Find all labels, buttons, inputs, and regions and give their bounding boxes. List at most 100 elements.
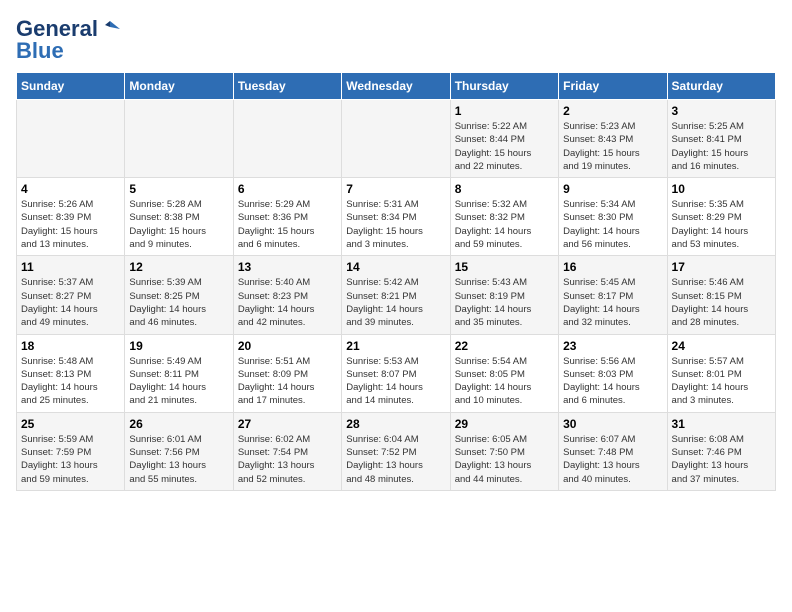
- logo-blue: Blue: [16, 38, 64, 64]
- calendar-cell: 6Sunrise: 5:29 AM Sunset: 8:36 PM Daylig…: [233, 178, 341, 256]
- cell-content: Sunrise: 5:40 AM Sunset: 8:23 PM Dayligh…: [238, 276, 337, 329]
- calendar-cell: 14 Sunrise: 5:42 AM Sunset: 8:21 PM Dayli…: [342, 256, 450, 334]
- cell-content: Sunrise: 6:05 AM Sunset: 7:50 PM Dayligh…: [455, 433, 554, 486]
- day-number: 19: [129, 339, 228, 353]
- cell-content: Sunrise: 6:04 AM Sunset: 7:52 PM Dayligh…: [346, 433, 445, 486]
- calendar-header-row: SundayMondayTuesdayWednesdayThursdayFrid…: [17, 73, 776, 100]
- cell-content: Sunrise: 6:02 AM Sunset: 7:54 PM Dayligh…: [238, 433, 337, 486]
- day-number: 3: [672, 104, 771, 118]
- calendar-cell: 27 Sunrise: 6:02 AM Sunset: 7:54 PM Dayli…: [233, 412, 341, 490]
- cell-content: Sunrise: 5:26 AM Sunset: 8:39 PM Dayligh…: [21, 198, 120, 251]
- calendar-cell: 21 Sunrise: 5:53 AM Sunset: 8:07 PM Dayli…: [342, 334, 450, 412]
- day-number: 7: [346, 182, 445, 196]
- day-number: 15: [455, 260, 554, 274]
- day-number: 5: [129, 182, 228, 196]
- col-header-friday: Friday: [559, 73, 667, 100]
- col-header-monday: Monday: [125, 73, 233, 100]
- calendar-cell: 17 Sunrise: 5:46 AM Sunset: 8:15 PM Dayli…: [667, 256, 775, 334]
- calendar-cell: 2 Sunrise: 5:23 AM Sunset: 8:43 PM Daylig…: [559, 100, 667, 178]
- calendar-cell: [125, 100, 233, 178]
- cell-content: Sunrise: 6:01 AM Sunset: 7:56 PM Dayligh…: [129, 433, 228, 486]
- calendar-cell: 7 Sunrise: 5:31 AM Sunset: 8:34 PM Daylig…: [342, 178, 450, 256]
- col-header-sunday: Sunday: [17, 73, 125, 100]
- calendar-cell: 1 Sunrise: 5:22 AM Sunset: 8:44 PM Daylig…: [450, 100, 558, 178]
- day-number: 4: [21, 182, 120, 196]
- calendar-cell: 29 Sunrise: 6:05 AM Sunset: 7:50 PM Dayli…: [450, 412, 558, 490]
- cell-content: Sunrise: 5:59 AM Sunset: 7:59 PM Dayligh…: [21, 433, 120, 486]
- cell-content: Sunrise: 5:46 AM Sunset: 8:15 PM Dayligh…: [672, 276, 771, 329]
- calendar-cell: 4 Sunrise: 5:26 AM Sunset: 8:39 PM Daylig…: [17, 178, 125, 256]
- calendar-cell: 15 Sunrise: 5:43 AM Sunset: 8:19 PM Dayli…: [450, 256, 558, 334]
- day-number: 12: [129, 260, 228, 274]
- cell-content: Sunrise: 5:25 AM Sunset: 8:41 PM Dayligh…: [672, 120, 771, 173]
- day-number: 25: [21, 417, 120, 431]
- cell-content: Sunrise: 5:32 AM Sunset: 8:32 PM Dayligh…: [455, 198, 554, 251]
- logo-bird-icon: [100, 19, 120, 39]
- calendar-cell: [17, 100, 125, 178]
- cell-content: Sunrise: 5:39 AM Sunset: 8:25 PM Dayligh…: [129, 276, 228, 329]
- day-number: 11: [21, 260, 120, 274]
- cell-content: Sunrise: 5:42 AM Sunset: 8:21 PM Dayligh…: [346, 276, 445, 329]
- day-number: 23: [563, 339, 662, 353]
- day-number: 2: [563, 104, 662, 118]
- calendar-cell: 30Sunrise: 6:07 AM Sunset: 7:48 PM Dayli…: [559, 412, 667, 490]
- calendar-cell: 3 Sunrise: 5:25 AM Sunset: 8:41 PM Daylig…: [667, 100, 775, 178]
- cell-content: Sunrise: 5:29 AM Sunset: 8:36 PM Dayligh…: [238, 198, 337, 251]
- cell-content: Sunrise: 5:49 AM Sunset: 8:11 PM Dayligh…: [129, 355, 228, 408]
- calendar-cell: 12 Sunrise: 5:39 AM Sunset: 8:25 PM Dayli…: [125, 256, 233, 334]
- page-header: General Blue: [16, 16, 776, 64]
- cell-content: Sunrise: 5:57 AM Sunset: 8:01 PM Dayligh…: [672, 355, 771, 408]
- cell-content: Sunrise: 5:54 AM Sunset: 8:05 PM Dayligh…: [455, 355, 554, 408]
- calendar-cell: 22Sunrise: 5:54 AM Sunset: 8:05 PM Dayli…: [450, 334, 558, 412]
- cell-content: Sunrise: 5:31 AM Sunset: 8:34 PM Dayligh…: [346, 198, 445, 251]
- calendar-week-row: 4 Sunrise: 5:26 AM Sunset: 8:39 PM Daylig…: [17, 178, 776, 256]
- calendar-cell: 24 Sunrise: 5:57 AM Sunset: 8:01 PM Dayli…: [667, 334, 775, 412]
- calendar-week-row: 25 Sunrise: 5:59 AM Sunset: 7:59 PM Dayli…: [17, 412, 776, 490]
- col-header-tuesday: Tuesday: [233, 73, 341, 100]
- day-number: 18: [21, 339, 120, 353]
- cell-content: Sunrise: 5:34 AM Sunset: 8:30 PM Dayligh…: [563, 198, 662, 251]
- calendar-cell: 16Sunrise: 5:45 AM Sunset: 8:17 PM Dayli…: [559, 256, 667, 334]
- calendar-cell: 9 Sunrise: 5:34 AM Sunset: 8:30 PM Daylig…: [559, 178, 667, 256]
- cell-content: Sunrise: 5:35 AM Sunset: 8:29 PM Dayligh…: [672, 198, 771, 251]
- cell-content: Sunrise: 5:43 AM Sunset: 8:19 PM Dayligh…: [455, 276, 554, 329]
- day-number: 29: [455, 417, 554, 431]
- calendar-cell: 11 Sunrise: 5:37 AM Sunset: 8:27 PM Dayli…: [17, 256, 125, 334]
- calendar-week-row: 1 Sunrise: 5:22 AM Sunset: 8:44 PM Daylig…: [17, 100, 776, 178]
- calendar-cell: 31 Sunrise: 6:08 AM Sunset: 7:46 PM Dayli…: [667, 412, 775, 490]
- cell-content: Sunrise: 5:53 AM Sunset: 8:07 PM Dayligh…: [346, 355, 445, 408]
- calendar-table: SundayMondayTuesdayWednesdayThursdayFrid…: [16, 72, 776, 491]
- col-header-wednesday: Wednesday: [342, 73, 450, 100]
- day-number: 20: [238, 339, 337, 353]
- day-number: 26: [129, 417, 228, 431]
- calendar-cell: 25 Sunrise: 5:59 AM Sunset: 7:59 PM Dayli…: [17, 412, 125, 490]
- calendar-cell: 8 Sunrise: 5:32 AM Sunset: 8:32 PM Daylig…: [450, 178, 558, 256]
- col-header-thursday: Thursday: [450, 73, 558, 100]
- calendar-cell: 19 Sunrise: 5:49 AM Sunset: 8:11 PM Dayli…: [125, 334, 233, 412]
- calendar-cell: 13Sunrise: 5:40 AM Sunset: 8:23 PM Dayli…: [233, 256, 341, 334]
- cell-content: Sunrise: 5:22 AM Sunset: 8:44 PM Dayligh…: [455, 120, 554, 173]
- day-number: 9: [563, 182, 662, 196]
- day-number: 17: [672, 260, 771, 274]
- cell-content: Sunrise: 6:08 AM Sunset: 7:46 PM Dayligh…: [672, 433, 771, 486]
- calendar-cell: 18Sunrise: 5:48 AM Sunset: 8:13 PM Dayli…: [17, 334, 125, 412]
- day-number: 24: [672, 339, 771, 353]
- day-number: 27: [238, 417, 337, 431]
- day-number: 1: [455, 104, 554, 118]
- day-number: 28: [346, 417, 445, 431]
- day-number: 14: [346, 260, 445, 274]
- calendar-cell: [233, 100, 341, 178]
- cell-content: Sunrise: 5:37 AM Sunset: 8:27 PM Dayligh…: [21, 276, 120, 329]
- day-number: 21: [346, 339, 445, 353]
- day-number: 31: [672, 417, 771, 431]
- calendar-cell: 5 Sunrise: 5:28 AM Sunset: 8:38 PM Daylig…: [125, 178, 233, 256]
- cell-content: Sunrise: 5:23 AM Sunset: 8:43 PM Dayligh…: [563, 120, 662, 173]
- day-number: 8: [455, 182, 554, 196]
- day-number: 30: [563, 417, 662, 431]
- cell-content: Sunrise: 5:51 AM Sunset: 8:09 PM Dayligh…: [238, 355, 337, 408]
- col-header-saturday: Saturday: [667, 73, 775, 100]
- cell-content: Sunrise: 5:28 AM Sunset: 8:38 PM Dayligh…: [129, 198, 228, 251]
- calendar-cell: 26 Sunrise: 6:01 AM Sunset: 7:56 PM Dayli…: [125, 412, 233, 490]
- day-number: 10: [672, 182, 771, 196]
- calendar-cell: [342, 100, 450, 178]
